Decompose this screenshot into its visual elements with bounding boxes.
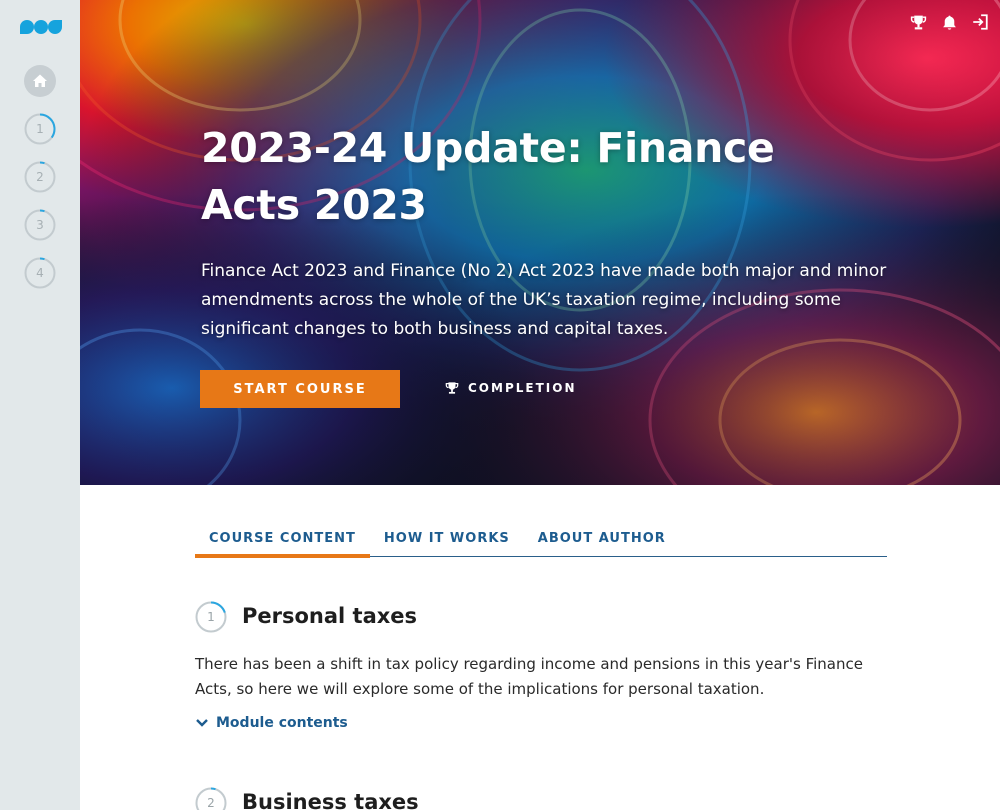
step-number: 3	[36, 218, 44, 232]
sidebar-step-2[interactable]: 2	[24, 161, 56, 193]
module-number-badge: 2	[195, 787, 227, 810]
hero-overlay	[80, 0, 1000, 485]
module-contents-label: Module contents	[216, 715, 348, 731]
trophy-icon	[910, 15, 926, 29]
sidebar-step-3[interactable]: 3	[24, 209, 56, 241]
trophy-icon	[445, 382, 459, 394]
module-title: Personal taxes	[242, 604, 418, 628]
module-title: Business taxes	[242, 790, 419, 810]
tab-course-content[interactable]: COURSE CONTENT	[195, 520, 370, 558]
module-personal-taxes: 1 Personal taxes There has been a shift …	[195, 601, 895, 741]
sidebar-step-4[interactable]: 4	[24, 257, 56, 289]
trophy-button[interactable]	[908, 12, 928, 32]
logout-button[interactable]	[970, 12, 990, 32]
course-tabs: COURSE CONTENT HOW IT WORKS ABOUT AUTHOR	[195, 520, 887, 558]
module-number: 1	[207, 610, 215, 624]
completion-label: COMPLETION	[468, 381, 577, 395]
tab-about-author[interactable]: ABOUT AUTHOR	[524, 520, 680, 557]
module-description: There has been a shift in tax policy reg…	[195, 655, 863, 698]
start-course-button[interactable]: START COURSE	[200, 370, 400, 408]
chevron-down-icon	[196, 719, 208, 727]
module-number-badge: 1	[195, 601, 227, 633]
course-title: 2023-24 Update: Finance Acts 2023	[201, 124, 775, 229]
completion-button[interactable]: COMPLETION	[445, 378, 576, 398]
tab-how-it-works[interactable]: HOW IT WORKS	[370, 520, 524, 557]
logout-icon	[973, 14, 988, 30]
home-button[interactable]	[24, 65, 56, 97]
sidebar-step-1[interactable]: 1	[24, 113, 56, 145]
module-number: 2	[207, 796, 215, 810]
bell-icon	[942, 15, 956, 30]
course-hero: 2023-24 Update: Finance Acts 2023 Financ…	[80, 0, 1000, 485]
edu-logo[interactable]	[19, 19, 63, 35]
notifications-button[interactable]	[939, 12, 959, 32]
module-contents-toggle[interactable]: Module contents	[195, 715, 348, 731]
module-business-taxes: 2 Business taxes	[195, 787, 895, 810]
step-number: 1	[36, 122, 44, 136]
step-number: 4	[36, 266, 44, 280]
home-icon	[33, 74, 47, 87]
sidebar: 1 2 3 4	[0, 0, 80, 810]
header-actions	[908, 12, 990, 32]
course-description: Finance Act 2023 and Finance (No 2) Act …	[201, 261, 887, 339]
step-number: 2	[36, 170, 44, 184]
